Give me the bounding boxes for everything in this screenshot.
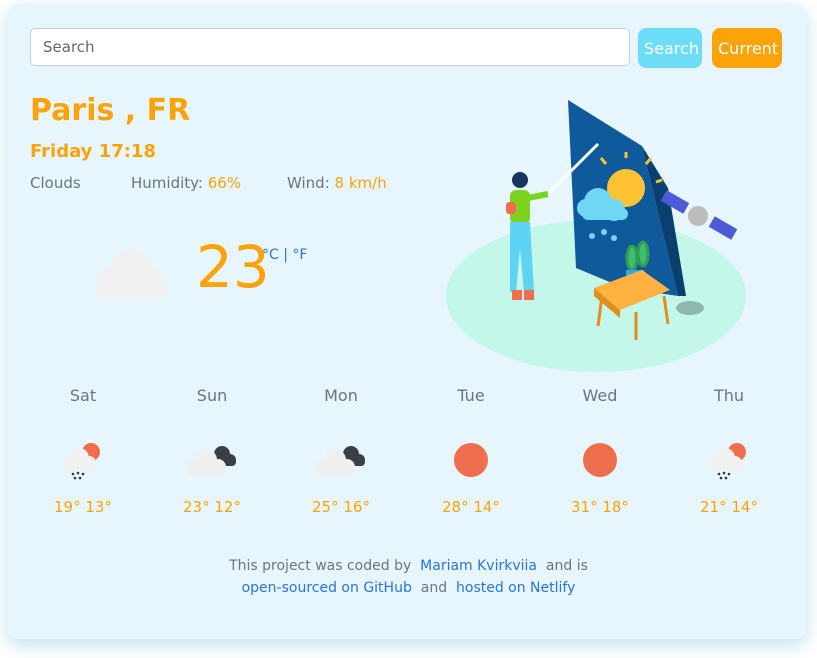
sun-icon <box>550 438 650 482</box>
wind-label: Wind: <box>287 174 330 192</box>
sun-icon <box>421 438 521 482</box>
dark-clouds-icon <box>162 438 262 482</box>
rain-sun-icon <box>33 438 133 482</box>
footer-line-2: open-sourced on GitHub and hosted on Net… <box>0 580 817 596</box>
humidity-label: Humidity: <box>131 174 203 192</box>
current-location-button[interactable]: Current <box>712 28 782 68</box>
author-link[interactable]: Mariam Kvirkviia <box>420 558 537 574</box>
forecast-day: Thu <box>713 386 745 405</box>
forecast-day: Mon <box>324 386 358 405</box>
wind: Wind: 8 km/h <box>287 174 387 192</box>
forecast-day: Sun <box>196 386 228 405</box>
weather-description: Clouds <box>30 174 81 192</box>
humidity-value: 66% <box>207 174 242 192</box>
search-button[interactable]: Search <box>638 28 702 68</box>
celsius-link[interactable]: °C <box>262 247 279 263</box>
footer-line-1: This project was coded by Mariam Kvirkvi… <box>0 558 817 574</box>
forecast-temps: 28° 14° <box>442 498 500 516</box>
forecast-day: Sat <box>69 386 97 405</box>
cloud-icon <box>88 244 172 306</box>
forecast-temps: 31° 18° <box>571 498 629 516</box>
forecast-day: Tue <box>457 386 485 405</box>
dark-clouds-icon <box>291 438 391 482</box>
fahrenheit-link[interactable]: °F <box>292 247 307 263</box>
github-link[interactable]: open-sourced on GitHub <box>242 580 412 596</box>
current-temperature: 23 <box>196 233 270 301</box>
city-name: Paris , FR <box>30 93 191 128</box>
humidity: Humidity: 66% <box>131 174 241 192</box>
wind-value: 8 km/h <box>334 174 387 192</box>
forecast-temps: 19° 13° <box>54 498 112 516</box>
date-time: Friday 17:18 <box>30 141 156 162</box>
footer-text: and is <box>545 558 588 574</box>
netlify-link[interactable]: hosted on Netlify <box>456 580 575 596</box>
footer-text: This project was coded by <box>229 558 412 574</box>
unit-separator: | <box>283 247 288 263</box>
rain-sun-icon <box>679 438 779 482</box>
forecast-temps: 25° 16° <box>312 498 370 516</box>
footer-text: and <box>420 580 448 596</box>
forecast-temps: 23° 12° <box>183 498 241 516</box>
search-input[interactable] <box>30 28 630 66</box>
unit-toggle: °C | °F <box>262 247 307 263</box>
weather-presenter-illustration <box>446 98 756 380</box>
forecast-temps: 21° 14° <box>700 498 758 516</box>
forecast-day: Wed <box>582 386 618 405</box>
